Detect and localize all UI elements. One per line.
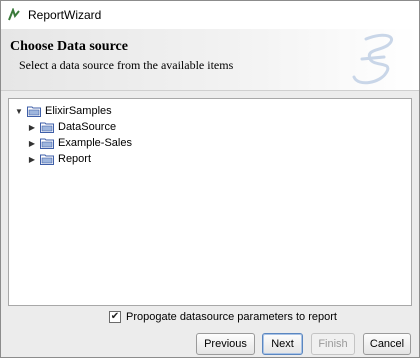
tree-node-label: Report xyxy=(58,153,92,165)
wizard-button-bar: Previous Next Finish Cancel xyxy=(1,331,419,358)
propagate-parameters-checkbox[interactable]: ✔ xyxy=(109,311,121,323)
app-icon xyxy=(6,7,22,23)
cancel-button[interactable]: Cancel xyxy=(363,333,411,355)
expand-down-icon[interactable]: ▼ xyxy=(14,106,24,116)
datasource-tree[interactable]: ▼ ElixirSamples ▶ DataSource ▶ Example-S… xyxy=(8,98,412,306)
tree-node-example-sales[interactable]: ▶ Example-Sales xyxy=(27,135,132,151)
window-title: ReportWizard xyxy=(28,8,102,22)
expand-right-icon[interactable]: ▶ xyxy=(27,154,37,164)
previous-button[interactable]: Previous xyxy=(196,333,255,355)
folder-icon xyxy=(40,137,54,149)
tree-node-label: Example-Sales xyxy=(58,137,132,149)
tree-node-datasource[interactable]: ▶ DataSource xyxy=(27,119,116,135)
expand-right-icon[interactable]: ▶ xyxy=(27,122,37,132)
report-wizard-window: ReportWizard Choose Data source Select a… xyxy=(0,0,420,358)
finish-button[interactable]: Finish xyxy=(311,333,355,355)
wizard-header: Choose Data source Select a data source … xyxy=(1,29,419,91)
tree-node-report[interactable]: ▶ Report xyxy=(27,151,91,167)
page-subtitle: Select a data source from the available … xyxy=(19,58,234,72)
elixir-logo-watermark-icon xyxy=(352,33,394,85)
propagate-parameters-label: Propogate datasource parameters to repor… xyxy=(126,311,337,323)
propagate-parameters-option[interactable]: ✔ Propogate datasource parameters to rep… xyxy=(109,309,337,325)
folder-icon xyxy=(27,105,41,117)
page-title: Choose Data source xyxy=(10,39,128,54)
next-button[interactable]: Next xyxy=(262,333,303,355)
title-bar: ReportWizard xyxy=(1,1,419,29)
tree-node-root[interactable]: ▼ ElixirSamples xyxy=(14,103,112,119)
expand-right-icon[interactable]: ▶ xyxy=(27,138,37,148)
tree-node-label: ElixirSamples xyxy=(45,105,112,117)
tree-node-label: DataSource xyxy=(58,121,117,133)
folder-icon xyxy=(40,153,54,165)
folder-icon xyxy=(40,121,54,133)
